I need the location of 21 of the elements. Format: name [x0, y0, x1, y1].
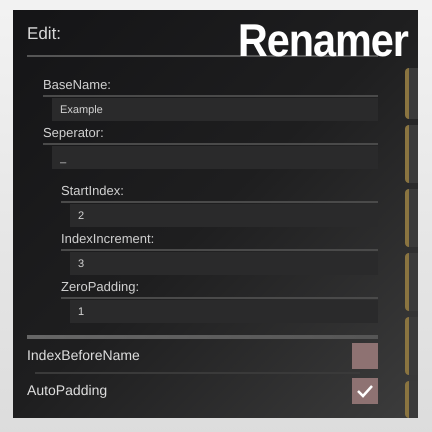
checkbox[interactable]	[352, 378, 378, 404]
app-title: Renamer	[238, 14, 408, 66]
field-label: StartIndex:	[61, 183, 124, 199]
side-button[interactable]	[405, 253, 418, 311]
text-field[interactable]: Example	[52, 98, 378, 121]
text-field[interactable]: _	[52, 146, 378, 169]
side-button[interactable]	[405, 125, 418, 184]
field-label: Seperator:	[43, 125, 104, 141]
field-label: BaseName:	[43, 77, 111, 93]
side-button[interactable]	[405, 68, 418, 120]
text-field[interactable]: 1	[70, 300, 378, 323]
section-title: Edit:	[27, 23, 62, 45]
checkbox-label: IndexBeforeName	[27, 346, 140, 365]
checkmark-icon	[356, 384, 374, 398]
side-button[interactable]	[405, 189, 418, 247]
text-field[interactable]: 3	[70, 252, 378, 275]
field-label: IndexIncrement:	[61, 231, 154, 247]
side-button[interactable]	[405, 316, 418, 375]
checkbox[interactable]	[352, 342, 378, 368]
checkbox-label: AutoPadding	[27, 381, 108, 400]
field-label: ZeroPadding:	[61, 279, 140, 295]
